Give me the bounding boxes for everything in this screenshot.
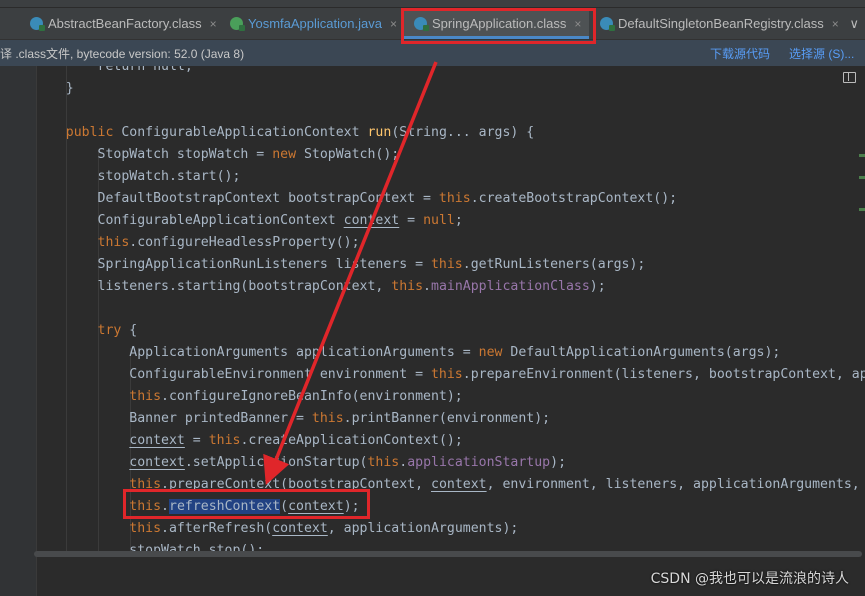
watermark: CSDN @我也可以是流浪的诗人 [650, 571, 849, 587]
annotation-arrow [263, 61, 438, 485]
